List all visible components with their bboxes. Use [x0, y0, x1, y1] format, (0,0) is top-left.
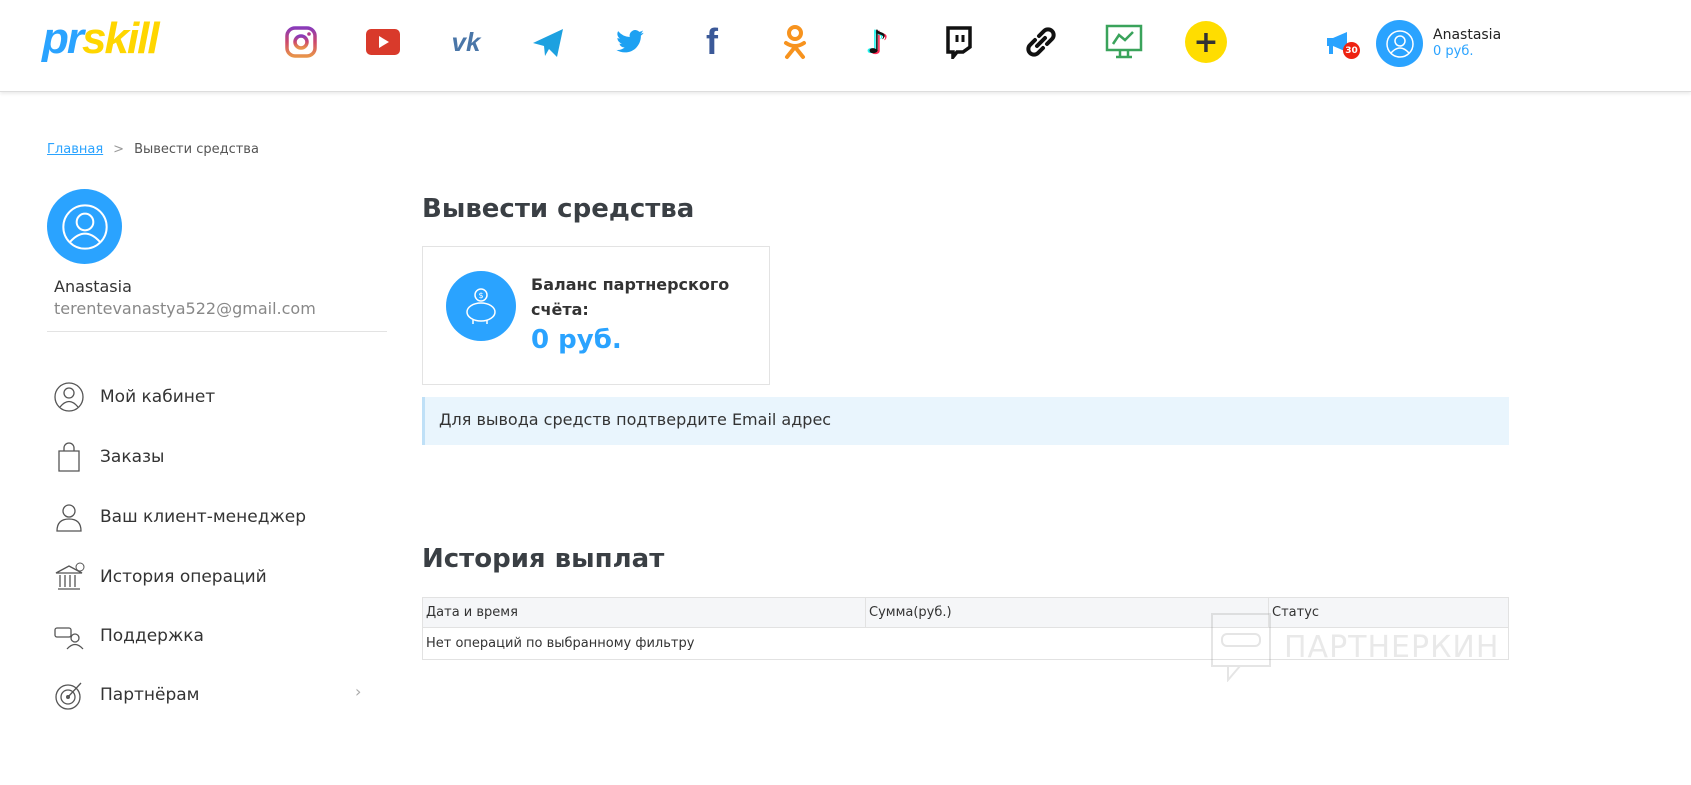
breadcrumb-separator: >: [113, 142, 125, 157]
bank-icon: [55, 562, 85, 590]
page-title: Вывести средства: [422, 194, 695, 224]
support-icon: [54, 627, 84, 650]
twitter-icon[interactable]: [610, 22, 650, 62]
email-confirm-alert: Для вывода средств подтвердите Email адр…: [422, 397, 1509, 445]
logo-part: pr: [42, 14, 84, 63]
link-icon[interactable]: [1021, 22, 1061, 62]
logo[interactable]: prskill: [42, 14, 160, 64]
youtube-icon[interactable]: [363, 22, 403, 62]
profile-name: Anastasia: [54, 277, 132, 296]
facebook-icon[interactable]: f: [692, 21, 732, 62]
balance-label: Баланс партнерского счёта:: [531, 275, 730, 319]
user-icon: [54, 382, 84, 412]
sidebar-item-label: Заказы: [100, 447, 165, 467]
sidebar-item-support[interactable]: Поддержка: [52, 619, 372, 653]
watermark: ПАРТНЕРКИН: [1210, 612, 1499, 682]
sidebar-item-manager[interactable]: Ваш клиент-менеджер: [52, 500, 372, 534]
column-header-amount: Сумма(руб.): [865, 597, 1269, 628]
user-avatar[interactable]: [1376, 20, 1423, 67]
balance-card: $ Баланс партнерского счёта: 0 руб.: [422, 246, 770, 385]
sidebar-item-label: Мой кабинет: [100, 387, 216, 407]
add-icon[interactable]: +: [1185, 21, 1227, 63]
twitch-icon[interactable]: [939, 22, 979, 62]
column-header-date: Дата и время: [422, 597, 866, 628]
sidebar-item-orders[interactable]: Заказы: [52, 440, 372, 474]
history-title: История выплат: [422, 544, 665, 574]
piggy-bank-icon: $: [446, 271, 516, 341]
sidebar-item-label: Партнёрам: [100, 685, 200, 705]
sidebar-item-label: Ваш клиент-менеджер: [100, 507, 307, 527]
instagram-icon[interactable]: [281, 22, 321, 62]
telegram-icon[interactable]: [528, 22, 568, 62]
svg-text:$: $: [478, 291, 483, 300]
logo-part: skill: [82, 14, 160, 63]
analytics-icon[interactable]: [1104, 22, 1144, 62]
balance-value: 0 руб.: [531, 325, 622, 355]
target-icon: [55, 682, 82, 710]
chevron-right-icon[interactable]: ›: [355, 682, 361, 701]
sidebar-item-history[interactable]: История операций: [52, 560, 372, 594]
sidebar-item-cabinet[interactable]: Мой кабинет: [52, 380, 372, 414]
breadcrumb: Главная > Вывести средства: [47, 142, 259, 157]
profile-email: terentevanastya522@gmail.com: [54, 299, 316, 318]
odnoklassniki-icon[interactable]: [775, 22, 815, 62]
sidebar-item-label: История операций: [100, 567, 267, 587]
header-user-name[interactable]: Anastasia: [1433, 27, 1501, 43]
tiktok-icon[interactable]: ♪: [857, 22, 897, 62]
watermark-text: ПАРТНЕРКИН: [1284, 629, 1500, 665]
sidebar-item-partners[interactable]: Партнёрам: [52, 678, 372, 712]
divider: [47, 331, 387, 332]
profile-avatar: [47, 189, 122, 264]
header-user-balance: 0 руб.: [1433, 44, 1474, 59]
shopping-bag-icon: [58, 442, 80, 472]
breadcrumb-current: Вывести средства: [134, 142, 259, 157]
sidebar-item-label: Поддержка: [100, 626, 204, 646]
breadcrumb-home[interactable]: Главная: [47, 142, 103, 157]
top-header: prskill vk f ♪ + 30 Anastasia 0 руб.: [0, 0, 1691, 92]
manager-icon: [56, 504, 82, 532]
vk-icon[interactable]: vk: [446, 22, 486, 62]
notification-badge: 30: [1343, 42, 1360, 59]
